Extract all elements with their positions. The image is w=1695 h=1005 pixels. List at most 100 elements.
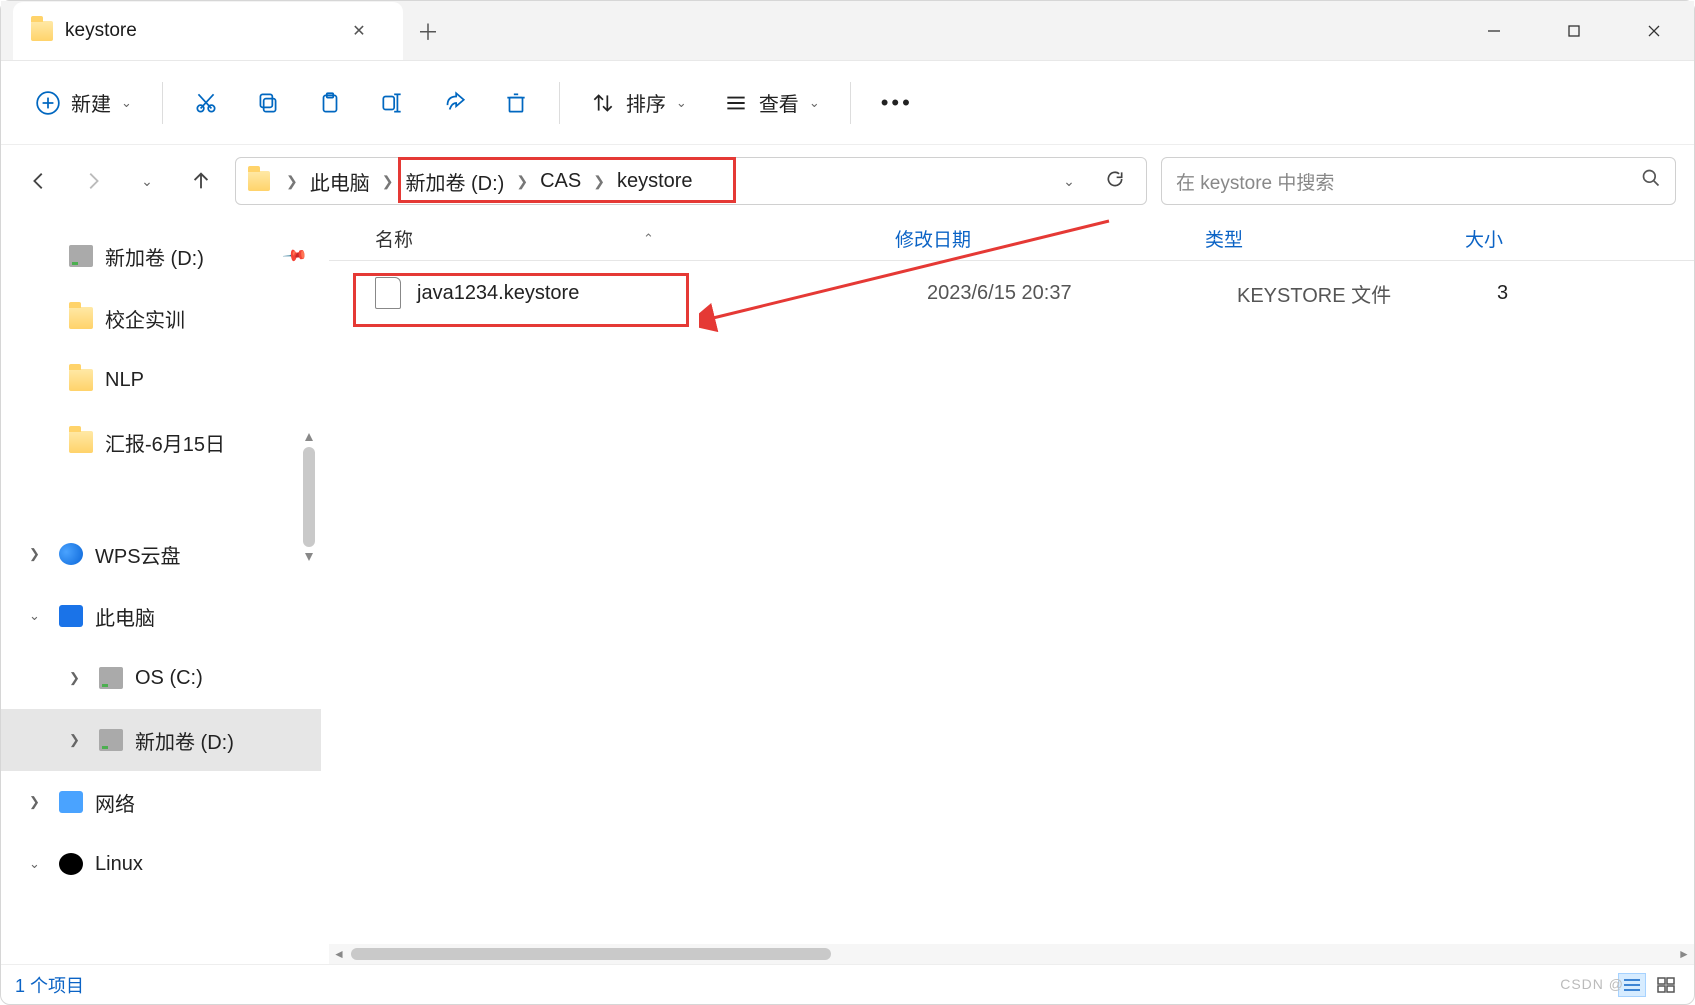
drive-icon	[69, 245, 93, 267]
statusbar: 1 个项目 CSDN @	[1, 964, 1694, 1004]
sidebar-item-drive-d[interactable]: ❯ 新加卷 (D:)	[1, 709, 321, 771]
refresh-button[interactable]	[1092, 169, 1138, 194]
breadcrumb-dropdown[interactable]: ⌄	[1046, 173, 1092, 190]
breadcrumb-segment[interactable]: 此电脑	[306, 161, 374, 202]
column-type[interactable]: 类型	[1205, 225, 1465, 252]
up-button[interactable]	[181, 161, 221, 201]
new-button[interactable]: 新建 ⌄	[19, 76, 148, 130]
column-size[interactable]: 大小	[1465, 225, 1565, 252]
chevron-down-icon: ⌄	[29, 856, 47, 872]
main-area: 新加卷 (D:) 📌 校企实训 NLP 汇报-6月15日 ❯ WPS云盘	[1, 217, 1694, 964]
copy-button[interactable]	[239, 76, 297, 130]
sidebar-item-this-pc[interactable]: ⌄ 此电脑	[1, 585, 321, 647]
annotation-box	[353, 273, 689, 327]
view-label: 查看	[759, 88, 799, 117]
breadcrumb[interactable]: ❯ 此电脑 ❯ 新加卷 (D:) ❯ CAS ❯ keystore ⌄	[235, 157, 1147, 205]
folder-icon	[248, 171, 270, 191]
pin-icon: 📌	[281, 242, 309, 270]
toolbar: 新建 ⌄ 排序 ⌄ 查看 ⌄ •••	[1, 61, 1694, 145]
sidebar-item-label: Linux	[95, 853, 143, 876]
chevron-right-icon: ❯	[69, 732, 87, 748]
chevron-down-icon: ⌄	[676, 95, 687, 111]
file-type: KEYSTORE 文件	[1237, 279, 1497, 308]
file-list: 名称 ⌃ 修改日期 类型 大小 java1234.keystore 2023/6…	[329, 217, 1694, 964]
new-label: 新建	[71, 88, 111, 117]
sidebar-item-folder[interactable]: 汇报-6月15日	[1, 411, 321, 473]
rename-button[interactable]	[363, 76, 421, 130]
recent-button[interactable]: ⌄	[127, 161, 167, 201]
scroll-left-icon[interactable]: ◄	[329, 947, 349, 961]
sidebar-item-label: WPS云盘	[95, 540, 181, 569]
chevron-down-icon: ⌄	[809, 95, 820, 111]
view-button[interactable]: 查看 ⌄	[707, 76, 836, 130]
drive-icon	[99, 667, 123, 689]
horizontal-scrollbar[interactable]: ◄ ►	[329, 944, 1694, 964]
drive-icon	[99, 729, 123, 751]
tab-title: keystore	[65, 20, 329, 42]
sidebar: 新加卷 (D:) 📌 校企实训 NLP 汇报-6月15日 ❯ WPS云盘	[1, 217, 321, 964]
separator	[559, 82, 560, 124]
sidebar-item-label: 汇报-6月15日	[105, 428, 225, 457]
sidebar-item-drive-d-pinned[interactable]: 新加卷 (D:) 📌	[1, 225, 321, 287]
folder-icon	[69, 307, 93, 329]
chevron-right-icon: ❯	[278, 173, 306, 190]
sort-label: 排序	[626, 88, 666, 117]
sidebar-item-label: NLP	[105, 369, 144, 392]
tab-close-button[interactable]: ✕	[341, 13, 377, 49]
more-button[interactable]: •••	[865, 76, 929, 130]
maximize-button[interactable]	[1534, 5, 1614, 57]
chevron-right-icon: ❯	[69, 670, 87, 686]
thumbnails-view-button[interactable]	[1652, 973, 1680, 997]
titlebar: keystore ✕ ＋	[1, 1, 1694, 61]
scroll-right-icon[interactable]: ►	[1674, 947, 1694, 961]
sidebar-item-folder[interactable]: NLP	[1, 349, 321, 411]
folder-icon	[69, 431, 93, 453]
column-headers: 名称 ⌃ 修改日期 类型 大小	[329, 217, 1694, 261]
close-button[interactable]	[1614, 5, 1694, 57]
forward-button[interactable]	[73, 161, 113, 201]
delete-button[interactable]	[487, 76, 545, 130]
sidebar-item-label: OS (C:)	[135, 667, 203, 690]
chevron-down-icon: ⌄	[121, 95, 132, 111]
search-input[interactable]: 在 keystore 中搜索	[1161, 157, 1676, 205]
column-name[interactable]: 名称 ⌃	[375, 225, 895, 252]
sidebar-scrollbar[interactable]	[303, 447, 315, 547]
sort-button[interactable]: 排序 ⌄	[574, 76, 703, 130]
sidebar-item-wps-cloud[interactable]: ❯ WPS云盘	[1, 523, 321, 585]
sidebar-item-label: 此电脑	[95, 602, 155, 631]
column-label: 名称	[375, 225, 413, 252]
scrollbar-thumb[interactable]	[351, 948, 831, 960]
sidebar-item-label: 校企实训	[105, 304, 185, 333]
linux-icon	[59, 853, 83, 875]
sidebar-item-folder[interactable]: 校企实训	[1, 287, 321, 349]
folder-icon	[69, 369, 93, 391]
window-controls	[1454, 5, 1694, 57]
sidebar-item-network[interactable]: ❯ 网络	[1, 771, 321, 833]
chevron-right-icon: ❯	[29, 546, 47, 562]
separator	[162, 82, 163, 124]
cut-button[interactable]	[177, 76, 235, 130]
cloud-icon	[59, 543, 83, 565]
file-size: 3	[1497, 282, 1508, 305]
pane-divider[interactable]	[321, 217, 329, 964]
nav-row: ⌄ ❯ 此电脑 ❯ 新加卷 (D:) ❯ CAS ❯ keystore ⌄ 在 …	[1, 145, 1694, 217]
paste-button[interactable]	[301, 76, 359, 130]
file-date: 2023/6/15 20:37	[927, 282, 1237, 305]
sidebar-item-label: 网络	[95, 788, 135, 817]
minimize-button[interactable]	[1454, 5, 1534, 57]
column-date[interactable]: 修改日期	[895, 225, 1205, 252]
pc-icon	[59, 605, 83, 627]
watermark: CSDN @	[1560, 976, 1624, 992]
share-button[interactable]	[425, 76, 483, 130]
sidebar-item-linux[interactable]: ⌄ Linux	[1, 833, 321, 895]
sidebar-item-label: 新加卷 (D:)	[135, 726, 234, 755]
search-placeholder: 在 keystore 中搜索	[1176, 168, 1334, 195]
sidebar-item-label: 新加卷 (D:)	[105, 242, 204, 271]
back-button[interactable]	[19, 161, 59, 201]
tab-keystore[interactable]: keystore ✕	[13, 2, 403, 60]
sort-asc-icon: ⌃	[643, 231, 654, 247]
sidebar-item-os-c[interactable]: ❯ OS (C:)	[1, 647, 321, 709]
new-tab-button[interactable]: ＋	[403, 15, 453, 47]
annotation-box	[398, 157, 736, 203]
network-icon	[59, 791, 83, 813]
